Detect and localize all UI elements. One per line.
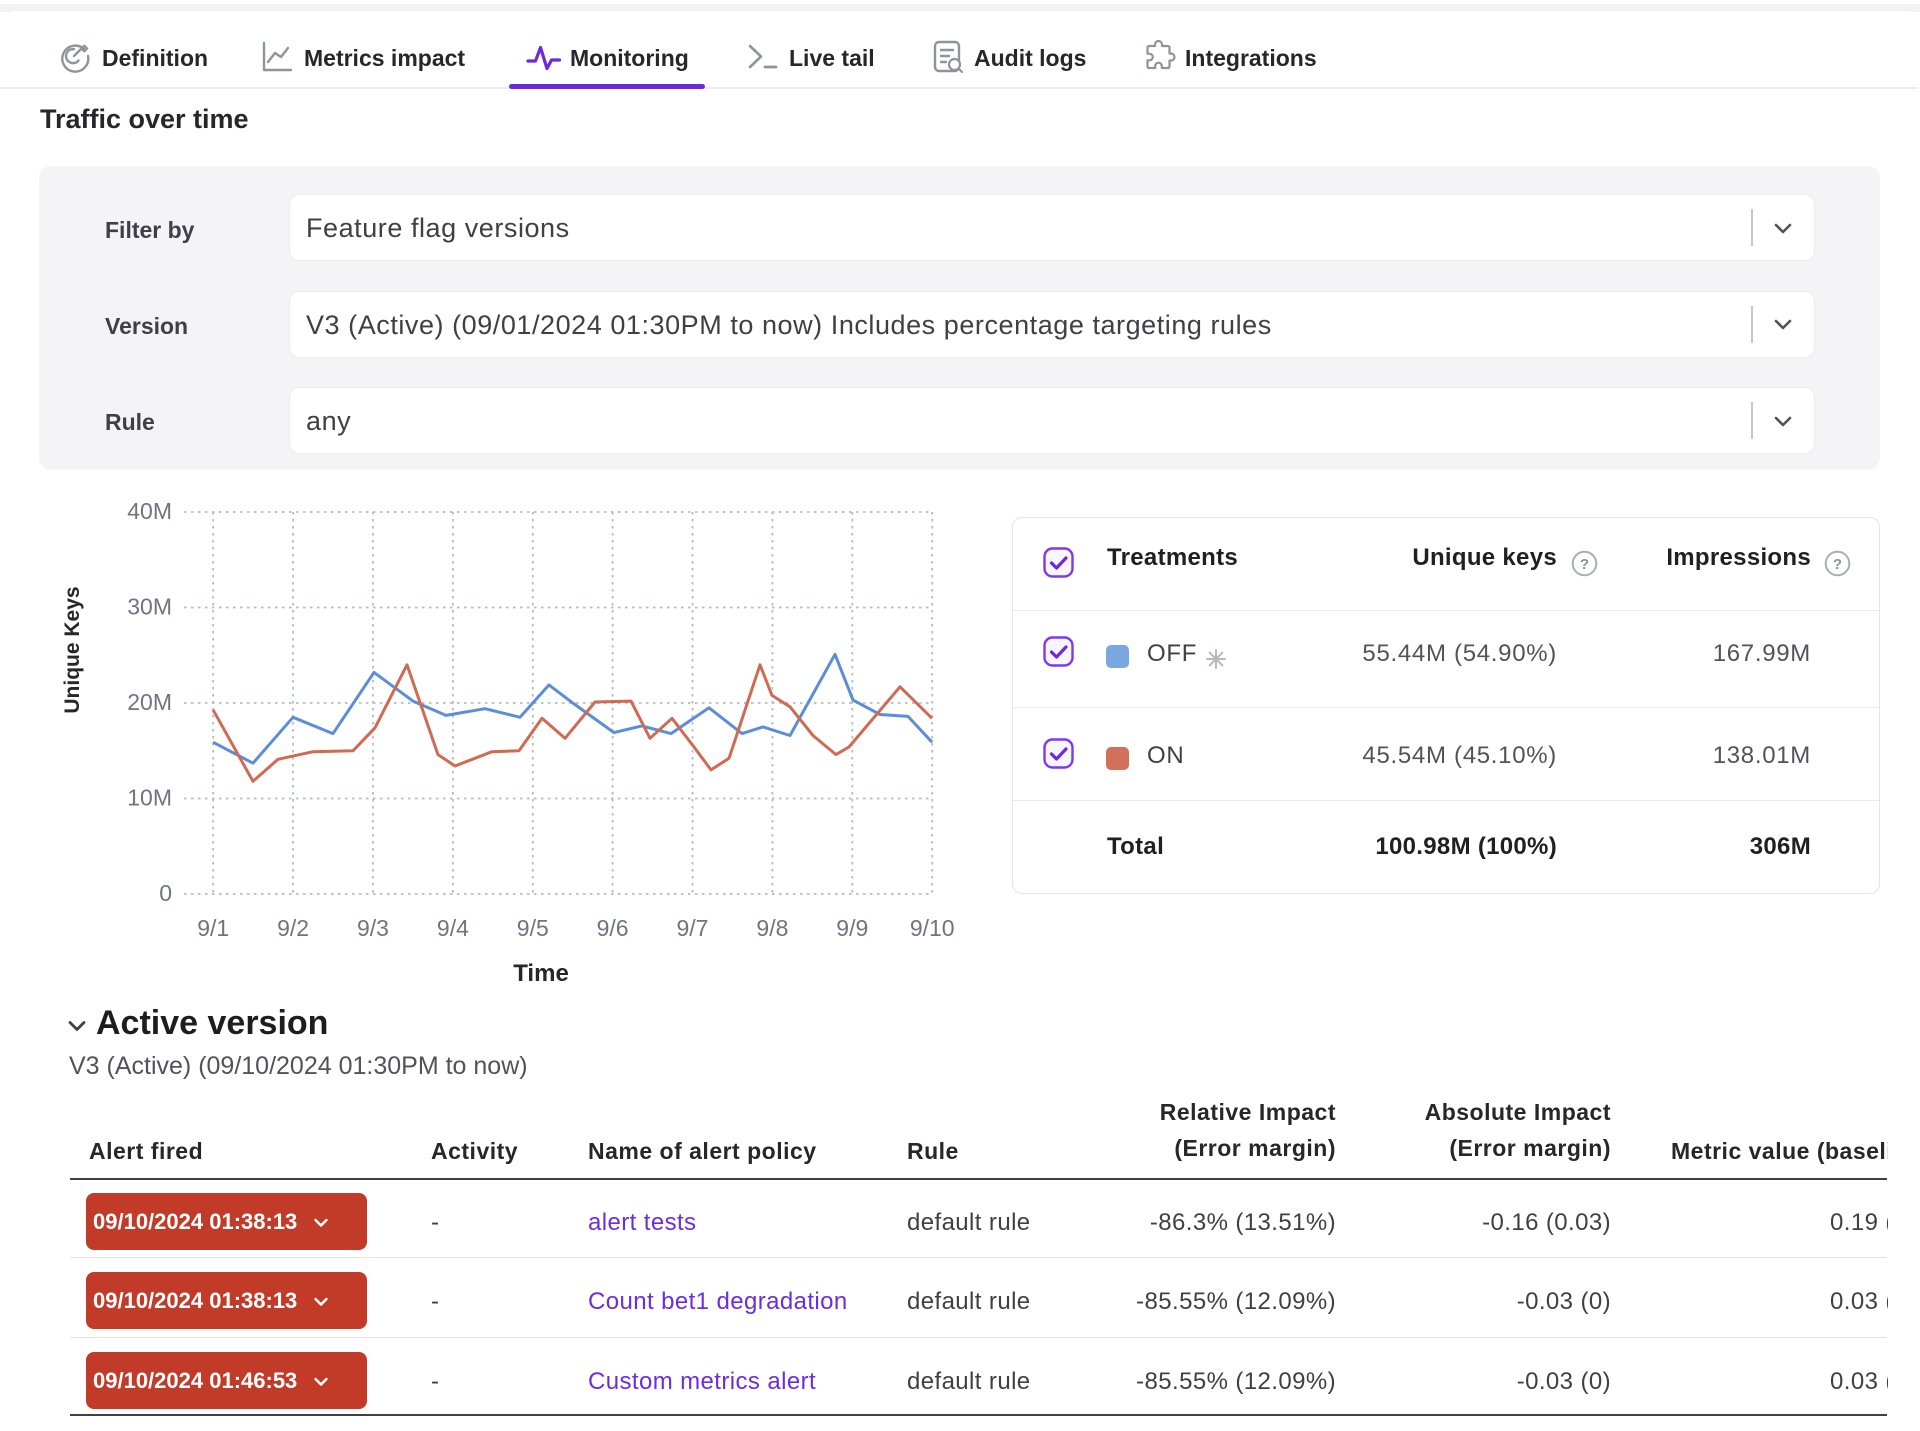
svg-text:?: ?	[1833, 556, 1842, 573]
svg-text:9/3: 9/3	[357, 915, 389, 941]
svg-text:Time: Time	[513, 960, 569, 987]
svg-text:9/4: 9/4	[437, 915, 469, 941]
svg-text:9/8: 9/8	[756, 915, 788, 941]
svg-text:9/7: 9/7	[677, 915, 709, 941]
svg-text:10M: 10M	[127, 785, 172, 811]
svg-text:0: 0	[159, 880, 172, 906]
svg-text:9/10: 9/10	[910, 915, 955, 941]
svg-text:Unique Keys: Unique Keys	[61, 586, 84, 713]
svg-text:40M: 40M	[127, 498, 172, 524]
svg-text:20M: 20M	[127, 689, 172, 715]
svg-text:9/6: 9/6	[597, 915, 629, 941]
svg-text:9/9: 9/9	[836, 915, 868, 941]
svg-text:9/2: 9/2	[277, 915, 309, 941]
svg-text:30M: 30M	[127, 594, 172, 620]
svg-text:9/5: 9/5	[517, 915, 549, 941]
svg-text:9/1: 9/1	[197, 915, 229, 941]
